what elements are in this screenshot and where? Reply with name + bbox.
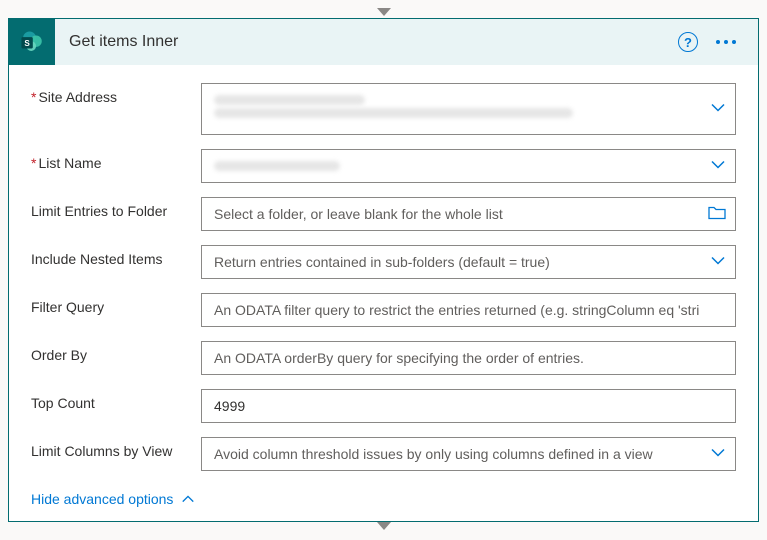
chevron-down-icon[interactable] — [710, 253, 726, 272]
folder-icon[interactable] — [708, 205, 726, 224]
card-header[interactable]: S Get items Inner ? — [9, 19, 758, 65]
chevron-down-icon[interactable] — [710, 100, 726, 119]
limit-folder-picker[interactable]: Select a folder, or leave blank for the … — [201, 197, 736, 231]
order-by-input[interactable] — [201, 341, 736, 375]
label-limit-folder: Limit Entries to Folder — [31, 197, 201, 219]
filter-query-input[interactable] — [201, 293, 736, 327]
limit-columns-dropdown[interactable]: Avoid column threshold issues by only us… — [201, 437, 736, 471]
more-options-button[interactable] — [712, 36, 740, 48]
help-icon[interactable]: ? — [678, 32, 698, 52]
label-limit-columns: Limit Columns by View — [31, 437, 201, 459]
label-order-by: Order By — [31, 341, 201, 363]
label-site-address: Site Address — [31, 83, 201, 105]
label-filter-query: Filter Query — [31, 293, 201, 315]
card-title: Get items Inner — [55, 33, 678, 51]
hide-advanced-options-toggle[interactable]: Hide advanced options — [31, 485, 195, 509]
flow-connector-bottom — [377, 522, 391, 532]
include-nested-dropdown[interactable]: Return entries contained in sub-folders … — [201, 245, 736, 279]
advanced-toggle-label: Hide advanced options — [31, 491, 173, 507]
chevron-down-icon[interactable] — [710, 445, 726, 464]
action-card: S Get items Inner ? Site Address — [8, 18, 759, 522]
list-name-dropdown[interactable] — [201, 149, 736, 183]
card-body: Site Address List Name — [9, 65, 758, 521]
label-top-count: Top Count — [31, 389, 201, 411]
sharepoint-icon: S — [9, 19, 55, 65]
label-list-name: List Name — [31, 149, 201, 171]
chevron-up-icon — [181, 492, 195, 506]
chevron-down-icon[interactable] — [710, 157, 726, 176]
site-address-dropdown[interactable] — [201, 83, 736, 135]
flow-connector-top — [377, 8, 391, 18]
top-count-input[interactable] — [201, 389, 736, 423]
svg-text:S: S — [24, 39, 30, 48]
label-include-nested: Include Nested Items — [31, 245, 201, 267]
